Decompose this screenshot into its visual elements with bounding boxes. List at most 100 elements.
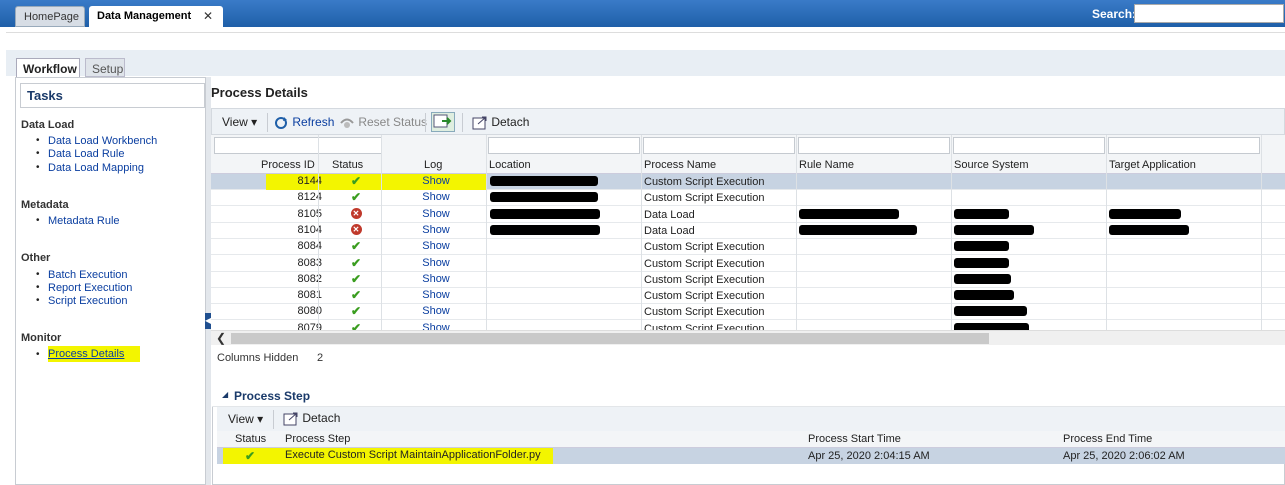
table-row[interactable]: 8105 ✕ Show Data Load (211, 207, 1285, 223)
filter-location[interactable] (488, 137, 640, 154)
log-link[interactable]: Show (386, 288, 486, 304)
step-table-row[interactable]: ✔ Execute Custom Script MaintainApplicat… (217, 448, 1285, 464)
process-id: 8104 (297, 223, 322, 236)
step-start-time: Apr 25, 2020 2:04:15 AM (808, 450, 930, 462)
log-link[interactable]: Show (386, 239, 486, 255)
filter-row (211, 135, 1285, 157)
redacted-location (490, 192, 598, 203)
group-data-load: Data Load (21, 119, 75, 131)
toolbar-divider (462, 113, 463, 132)
col-process-id[interactable]: Process ID (261, 159, 315, 171)
link-batch-execution[interactable]: Batch Execution (48, 269, 128, 281)
col-process-start-time[interactable]: Process Start Time (808, 433, 901, 445)
process-step-header: ◢ (212, 382, 1285, 407)
tab-data-management[interactable]: Data Management ✕ (89, 6, 223, 27)
step-status-cell: ✔ (223, 448, 281, 464)
link-data-load-rule[interactable]: Data Load Rule (48, 148, 124, 160)
group-monitor: Monitor (21, 332, 62, 344)
close-icon[interactable]: ✕ (203, 9, 213, 23)
table-row[interactable]: 8144 ✔ Show Custom Script Execution (211, 174, 1285, 190)
log-link[interactable]: Show (386, 223, 486, 239)
collapse-icon[interactable]: ◢ (222, 390, 228, 399)
bullet-icon: • (36, 135, 40, 146)
link-data-load-mapping[interactable]: Data Load Mapping (48, 162, 144, 174)
col-process-end-time[interactable]: Process End Time (1063, 433, 1152, 445)
process-name: Custom Script Execution (644, 273, 765, 286)
col-status[interactable]: Status (332, 159, 363, 171)
col-log[interactable]: Log (424, 159, 442, 171)
link-data-load-workbench[interactable]: Data Load Workbench (48, 135, 157, 147)
log-link[interactable]: Show (386, 304, 486, 320)
status-cell: ✔ (326, 190, 386, 206)
table-row[interactable]: 8084 ✔ Show Custom Script Execution (211, 239, 1285, 256)
log-link[interactable]: Show (386, 207, 486, 223)
process-name: Custom Script Execution (644, 257, 765, 270)
refresh-label: Refresh (292, 115, 335, 129)
col-rule-name[interactable]: Rule Name (799, 159, 854, 171)
col-step-status[interactable]: Status (235, 433, 266, 445)
status-cell: ✔ (326, 304, 386, 320)
step-detach-button[interactable]: Detach (283, 411, 340, 426)
search-input[interactable] (1134, 4, 1284, 23)
filter-source-system[interactable] (953, 137, 1105, 154)
log-link[interactable]: Show (386, 174, 486, 190)
link-process-details[interactable]: Process Details (48, 346, 141, 362)
log-link[interactable]: Show (386, 256, 486, 272)
process-id: 8081 (297, 289, 322, 302)
table-row[interactable]: 8081 ✔ Show Custom Script Execution (211, 288, 1285, 305)
tab-workflow[interactable]: Workflow (16, 58, 80, 77)
link-metadata-rule[interactable]: Metadata Rule (48, 215, 120, 227)
reset-status-label: Reset Status (358, 115, 428, 129)
log-link[interactable]: Show (386, 190, 486, 206)
horizontal-scrollbar[interactable]: ❮ (211, 330, 1285, 345)
export-button[interactable] (431, 112, 455, 132)
table-row[interactable]: 8124 ✔ Show Custom Script Execution (211, 190, 1285, 207)
col-divider (1106, 135, 1107, 331)
process-step-toolbar: View ▾ Detach (217, 407, 1285, 431)
filter-process-id[interactable] (214, 137, 382, 154)
detach-button[interactable]: Detach (472, 115, 529, 130)
group-other: Other (21, 252, 51, 264)
check-icon: ✔ (245, 449, 256, 463)
col-source-system[interactable]: Source System (954, 159, 1029, 171)
scroll-left-icon[interactable]: ❮ (216, 331, 226, 345)
bullet-icon: • (36, 282, 40, 293)
status-cell: ✕ (326, 207, 386, 223)
search-label: Search: (1092, 7, 1137, 21)
detach-icon (472, 116, 487, 130)
table-row[interactable]: 8083 ✔ Show Custom Script Execution (211, 256, 1285, 272)
step-view-menu[interactable]: View ▾ (228, 412, 263, 426)
view-menu[interactable]: View ▾ (222, 115, 257, 129)
col-target-application[interactable]: Target Application (1109, 159, 1196, 171)
link-report-execution[interactable]: Report Execution (48, 282, 132, 294)
refresh-button[interactable]: Refresh (273, 115, 334, 130)
log-link[interactable]: Show (386, 272, 486, 288)
filter-rule-name[interactable] (798, 137, 950, 154)
table-row[interactable]: 8080 ✔ Show Custom Script Execution (211, 304, 1285, 321)
table-row[interactable]: 8104 ✕ Show Data Load (211, 223, 1285, 239)
redacted-location (490, 176, 598, 186)
col-location[interactable]: Location (489, 159, 531, 171)
col-divider (951, 135, 952, 331)
tab-homepage[interactable]: HomePage (15, 6, 85, 27)
toolbar-divider (273, 410, 274, 429)
tab-setup[interactable]: Setup (85, 58, 125, 77)
redacted-target-application (1109, 208, 1181, 219)
col-process-name[interactable]: Process Name (644, 159, 716, 171)
reset-status-button[interactable]: Reset Status (339, 115, 427, 130)
scrollbar-thumb[interactable] (231, 333, 989, 344)
col-divider (641, 135, 642, 331)
filter-process-name[interactable] (643, 137, 795, 154)
process-name: Data Load (644, 224, 695, 237)
col-process-step[interactable]: Process Step (285, 433, 350, 445)
filter-target-application[interactable] (1108, 137, 1260, 154)
link-script-execution[interactable]: Script Execution (48, 295, 127, 307)
tasks-title: Tasks (20, 83, 205, 108)
redacted-target-application (1109, 224, 1189, 235)
bullet-icon: • (36, 295, 40, 306)
header-strip (6, 32, 1285, 50)
col-divider (381, 135, 382, 331)
check-icon: ✔ (350, 304, 362, 319)
table-row[interactable]: 8082 ✔ Show Custom Script Execution (211, 272, 1285, 288)
process-id: 8124 (297, 191, 322, 204)
